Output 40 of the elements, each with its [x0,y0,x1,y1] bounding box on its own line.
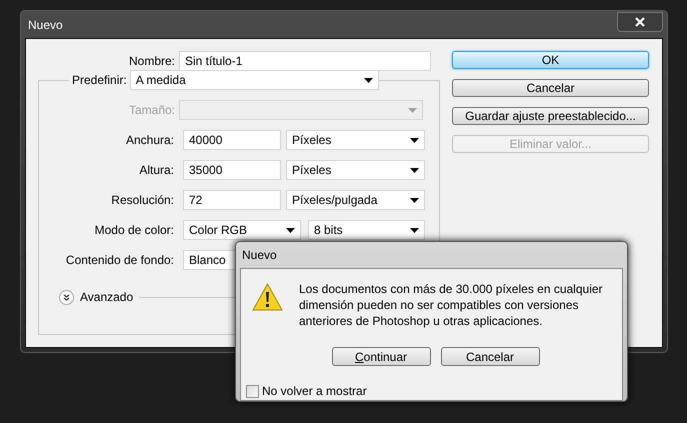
section-label: Avanzado [80,289,134,306]
close-icon [635,16,645,26]
checkbox-label: No volver a mostrar [262,383,367,400]
dropdown[interactable]: 8 bits [308,220,425,240]
caret-icon [286,228,295,232]
dialog-button[interactable]: Cancelar [440,347,540,366]
caret-icon [410,198,419,202]
field-label: Nombre: [128,53,176,70]
dropdown[interactable]: Píxeles [286,160,425,180]
expand-button[interactable] [59,290,74,304]
dropdown[interactable]: Color RGB [183,220,301,240]
field-label: Resolución: [110,192,175,209]
caret-icon [408,108,417,112]
warning-icon [252,283,283,311]
chevron-icon [63,294,70,300]
close-button[interactable] [617,12,663,32]
field-label: Modo de color: [94,222,175,239]
caret-icon [410,138,419,142]
caret-icon [410,168,419,172]
dropdown[interactable]: Píxeles/pulgada [286,190,425,210]
window-title: Nuevo [28,16,63,34]
window-title: Nuevo [242,247,277,264]
checkbox[interactable] [246,384,259,398]
input-field[interactable]: 35000 [183,160,281,180]
dialog-button[interactable]: Cancelar [452,79,649,97]
input-field[interactable]: Sin título-1 [179,51,431,71]
input-field[interactable]: 72 [183,190,281,210]
dropdown[interactable]: A medida [130,70,379,90]
field-label: Tamaño: [128,102,176,119]
caret-icon [410,228,419,232]
caret-icon [364,78,373,82]
dialog-button[interactable]: Guardar ajuste preestablecido... [452,107,649,125]
alert-message: Los documentos con más de 30.000 píxeles en cualquier dimensión pueden no ser compatibles con versiones anteriores de Photoshop u otras aplicaciones. [299,281,604,329]
field-label: Anchura: [124,132,175,149]
dropdown[interactable]: Píxeles [286,130,425,150]
dialog-button[interactable]: OK [452,51,649,69]
field-label: Altura: [138,162,175,179]
field-label: Contenido de fondo: [64,252,175,269]
dialog-button[interactable]: Continuar [332,347,430,366]
input-field[interactable]: 40000 [183,130,281,150]
